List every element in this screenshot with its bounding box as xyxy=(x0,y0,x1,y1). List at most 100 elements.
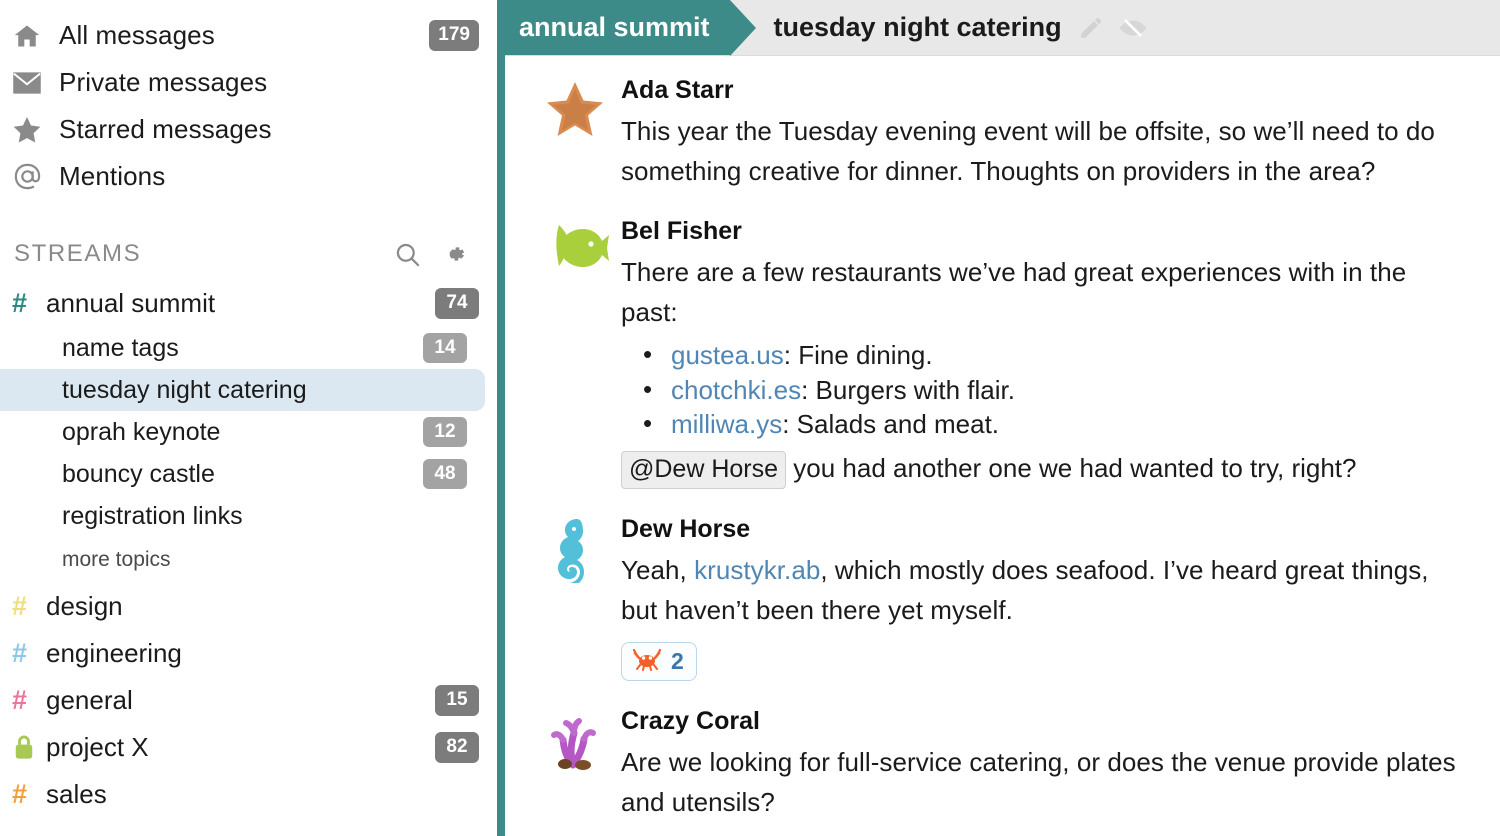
message-text: Yeah, krustykr.ab, which mostly does sea… xyxy=(621,550,1470,630)
left-sidebar: All messages 179 Private messages Starre… xyxy=(0,0,497,836)
unread-badge: 15 xyxy=(435,685,479,716)
list-item: gustea.us: Fine dining. xyxy=(621,337,1470,373)
sidebar-item-label: Starred messages xyxy=(59,114,272,144)
sidebar-topic-bouncy-castle[interactable]: bouncy castle 48 xyxy=(0,453,485,495)
message-item: Dew Horse Yeah, krustykr.ab, which mostl… xyxy=(505,511,1500,682)
sidebar-stream-design[interactable]: # design xyxy=(0,583,497,630)
sidebar-topic-registration-links[interactable]: registration links xyxy=(0,495,485,537)
unread-badge: 12 xyxy=(423,416,467,448)
more-topics-link[interactable]: more topics xyxy=(0,537,497,583)
hash-icon: # xyxy=(12,591,28,621)
list-item-text: : Fine dining. xyxy=(783,340,933,371)
stream-label: sales xyxy=(46,779,107,809)
user-mention-pill[interactable]: @Dew Horse xyxy=(621,450,787,490)
hash-icon: # xyxy=(12,779,28,809)
sidebar-topic-oprah-keynote[interactable]: oprah keynote 12 xyxy=(0,411,485,453)
message-text: There are a few restaurants we’ve had gr… xyxy=(621,257,1407,328)
unread-badge: 82 xyxy=(435,732,479,763)
hash-icon: # xyxy=(12,685,28,715)
sidebar-stream-general[interactable]: # general 15 xyxy=(0,677,497,724)
unread-badge: 14 xyxy=(423,332,467,364)
streams-section-header: STREAMS xyxy=(0,228,497,280)
message-list: Ada Starr This year the Tuesday evening … xyxy=(505,56,1500,822)
fish-icon[interactable] xyxy=(529,215,621,489)
message-body: Ada Starr This year the Tuesday evening … xyxy=(621,74,1470,191)
message-sender[interactable]: Bel Fisher xyxy=(621,217,1470,246)
stream-label: design xyxy=(46,591,123,621)
message-sender[interactable]: Dew Horse xyxy=(621,515,1470,544)
crab-icon xyxy=(632,647,662,676)
sidebar-stream-project-x[interactable]: project X 82 xyxy=(0,724,497,771)
starfish-icon[interactable] xyxy=(529,74,621,191)
streams-heading: STREAMS xyxy=(14,240,142,267)
sidebar-item-all-messages[interactable]: All messages 179 xyxy=(0,12,497,59)
message-body: Bel Fisher There are a few restaurants w… xyxy=(621,215,1470,490)
at-sign-icon xyxy=(12,161,50,192)
seahorse-icon[interactable] xyxy=(529,513,621,681)
star-icon xyxy=(12,116,50,144)
pencil-icon[interactable] xyxy=(1078,15,1104,41)
message-text: This year the Tuesday evening event will… xyxy=(621,116,1435,187)
eye-slash-icon[interactable] xyxy=(1118,15,1148,41)
streams-tools xyxy=(394,241,467,268)
message-item: Crazy Coral Are we looking for full-serv… xyxy=(505,703,1500,822)
sidebar-stream-annual-summit[interactable]: # annual summit 74 xyxy=(0,280,497,327)
hash-icon: # xyxy=(12,638,28,668)
gear-icon[interactable] xyxy=(441,241,467,267)
restaurant-link[interactable]: milliwa.ys xyxy=(671,409,782,439)
list-item: milliwa.ys: Salads and meat. xyxy=(621,406,1470,442)
message-sender[interactable]: Ada Starr xyxy=(621,76,1470,105)
stream-label: general xyxy=(46,685,133,715)
topic-label: oprah keynote xyxy=(62,417,221,446)
sidebar-item-label: All messages xyxy=(59,20,215,50)
unread-badge: 48 xyxy=(423,458,467,490)
topic-label: tuesday night catering xyxy=(62,375,307,404)
lock-icon xyxy=(12,734,46,761)
coral-icon[interactable] xyxy=(529,705,621,822)
zulip-app-window: All messages 179 Private messages Starre… xyxy=(0,0,1500,836)
message-body: Dew Horse Yeah, krustykr.ab, which mostl… xyxy=(621,513,1470,682)
list-item-text: : Salads and meat. xyxy=(782,409,1000,440)
message-text: Are we looking for full-service catering… xyxy=(621,747,1456,818)
sidebar-item-starred-messages[interactable]: Starred messages xyxy=(0,106,497,153)
breadcrumb-topic[interactable]: tuesday night catering xyxy=(730,0,1062,55)
stream-label: project X xyxy=(46,732,149,762)
sidebar-stream-engineering[interactable]: # engineering xyxy=(0,630,497,677)
sidebar-item-mentions[interactable]: Mentions xyxy=(0,153,497,200)
hash-icon: # xyxy=(12,288,28,318)
message-item: Bel Fisher There are a few restaurants w… xyxy=(505,213,1500,490)
mention-trailing-text: you had another one we had wanted to try… xyxy=(793,452,1357,483)
restaurant-list: gustea.us: Fine dining. chotchki.es: Bur… xyxy=(621,337,1470,442)
message-pane: annual summit tuesday night catering Ada… xyxy=(497,0,1500,836)
sidebar-stream-sales[interactable]: # sales xyxy=(0,771,497,818)
list-item: chotchki.es: Burgers with flair. xyxy=(621,372,1470,408)
search-icon[interactable] xyxy=(394,241,421,268)
unread-badge: 74 xyxy=(435,288,479,319)
stream-label: annual summit xyxy=(46,288,216,318)
sidebar-item-label: Mentions xyxy=(59,161,166,191)
reaction-count: 2 xyxy=(671,648,684,675)
emoji-reaction[interactable]: 2 xyxy=(621,642,697,682)
stream-label: engineering xyxy=(46,638,182,668)
restaurant-link[interactable]: gustea.us xyxy=(671,340,784,370)
sidebar-topic-name-tags[interactable]: name tags 14 xyxy=(0,327,485,369)
topic-header-actions xyxy=(1062,0,1148,55)
restaurant-link[interactable]: krustykr.ab xyxy=(694,555,820,585)
message-body: Crazy Coral Are we looking for full-serv… xyxy=(621,705,1470,822)
message-text-before: Yeah, xyxy=(621,555,695,586)
topic-label: registration links xyxy=(62,501,243,530)
message-item: Ada Starr This year the Tuesday evening … xyxy=(505,72,1500,191)
restaurant-link[interactable]: chotchki.es xyxy=(671,375,801,405)
sidebar-topic-tuesday-night-catering[interactable]: tuesday night catering xyxy=(0,369,485,411)
sidebar-item-label: Private messages xyxy=(59,67,268,97)
message-sender[interactable]: Crazy Coral xyxy=(621,707,1470,736)
topic-label: name tags xyxy=(62,333,179,362)
breadcrumb-stream[interactable]: annual summit xyxy=(505,0,756,56)
sidebar-item-private-messages[interactable]: Private messages xyxy=(0,59,497,106)
mention-line: @Dew Horse you had another one we had wa… xyxy=(621,450,1470,490)
topic-header-bar: annual summit tuesday night catering xyxy=(505,0,1500,56)
unread-badge: 179 xyxy=(429,20,479,51)
